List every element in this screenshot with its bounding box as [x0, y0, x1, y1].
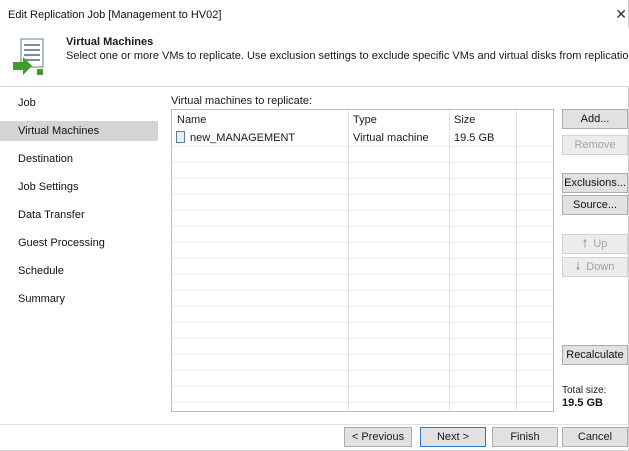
- wizard-window: Edit Replication Job [Management to HV02…: [0, 0, 629, 451]
- up-button[interactable]: 🠕 Up: [562, 234, 628, 254]
- footer-divider: [0, 424, 629, 425]
- row-gridline: [172, 162, 553, 163]
- row-gridline: [172, 258, 553, 259]
- row-gridline: [172, 274, 553, 275]
- remove-button[interactable]: Remove: [562, 135, 628, 155]
- sidebar-item-data-transfer[interactable]: Data Transfer: [0, 205, 158, 225]
- sidebar-item-destination[interactable]: Destination: [0, 149, 158, 169]
- row-gridline: [172, 210, 553, 211]
- column-header-name[interactable]: Name: [177, 114, 206, 126]
- main-panel: Virtual machines to replicate: Name Type…: [162, 87, 629, 425]
- page-description: Select one or more VMs to replicate. Use…: [66, 50, 629, 62]
- wizard-page-icon: [13, 38, 44, 75]
- row-gridline: [172, 178, 553, 179]
- source-button[interactable]: Source...: [562, 195, 628, 215]
- row-gridline: [172, 338, 553, 339]
- previous-button[interactable]: < Previous: [344, 427, 412, 447]
- next-button[interactable]: Next >: [420, 427, 486, 447]
- sidebar-item-guest-processing[interactable]: Guest Processing: [0, 233, 158, 253]
- column-divider: [516, 110, 517, 411]
- total-size-label: Total size:: [562, 385, 607, 396]
- vm-type: Virtual machine: [353, 132, 429, 144]
- row-gridline: [172, 242, 553, 243]
- sidebar-item-schedule[interactable]: Schedule: [0, 261, 158, 281]
- row-gridline: [172, 370, 553, 371]
- vm-name: new_MANAGEMENT: [190, 132, 296, 144]
- recalculate-button[interactable]: Recalculate: [562, 345, 628, 365]
- column-divider: [348, 110, 349, 411]
- table-row[interactable]: new_MANAGEMENT Virtual machine 19.5 GB: [172, 130, 553, 146]
- add-button[interactable]: Add...: [562, 109, 628, 129]
- down-button-label: Down: [586, 261, 615, 273]
- finish-button[interactable]: Finish: [492, 427, 558, 447]
- row-gridline: [172, 226, 553, 227]
- row-gridline: [172, 194, 553, 195]
- row-gridline: [172, 354, 553, 355]
- down-button[interactable]: 🠗 Down: [562, 257, 628, 277]
- row-gridline: [172, 322, 553, 323]
- page-title: Virtual Machines: [66, 36, 154, 48]
- column-header-size[interactable]: Size: [454, 114, 475, 126]
- vm-list-header: Name Type Size: [172, 110, 553, 129]
- wizard-header: Virtual Machines Select one or more VMs …: [0, 28, 629, 86]
- vm-list-label: Virtual machines to replicate:: [171, 95, 313, 107]
- sidebar-item-job-settings[interactable]: Job Settings: [0, 177, 158, 197]
- sidebar-item-summary[interactable]: Summary: [0, 289, 158, 309]
- row-gridline: [172, 290, 553, 291]
- row-gridline: [172, 146, 553, 147]
- wizard-steps-sidebar: Job Virtual Machines Destination Job Set…: [0, 87, 162, 425]
- up-button-label: Up: [593, 238, 608, 250]
- column-header-type[interactable]: Type: [353, 114, 377, 126]
- arrow-down-icon: 🠗: [575, 261, 581, 273]
- cancel-button[interactable]: Cancel: [562, 427, 628, 447]
- column-divider: [449, 110, 450, 411]
- vm-size: 19.5 GB: [454, 132, 495, 144]
- sidebar-item-virtual-machines[interactable]: Virtual Machines: [0, 121, 158, 141]
- title-bar: Edit Replication Job [Management to HV02…: [0, 0, 629, 28]
- total-size-value: 19.5 GB: [562, 397, 603, 409]
- close-icon[interactable]: ✕: [615, 6, 627, 23]
- exclusions-button[interactable]: Exclusions...: [562, 173, 628, 193]
- row-gridline: [172, 402, 553, 403]
- row-gridline: [172, 386, 553, 387]
- sidebar-item-job[interactable]: Job: [0, 93, 158, 113]
- vm-icon: [176, 131, 185, 143]
- arrow-up-icon: 🠕: [582, 238, 588, 250]
- window-title: Edit Replication Job [Management to HV02…: [8, 9, 222, 21]
- vm-list[interactable]: Name Type Size new_MANAGEMENT Virtual ma…: [171, 109, 554, 412]
- row-gridline: [172, 306, 553, 307]
